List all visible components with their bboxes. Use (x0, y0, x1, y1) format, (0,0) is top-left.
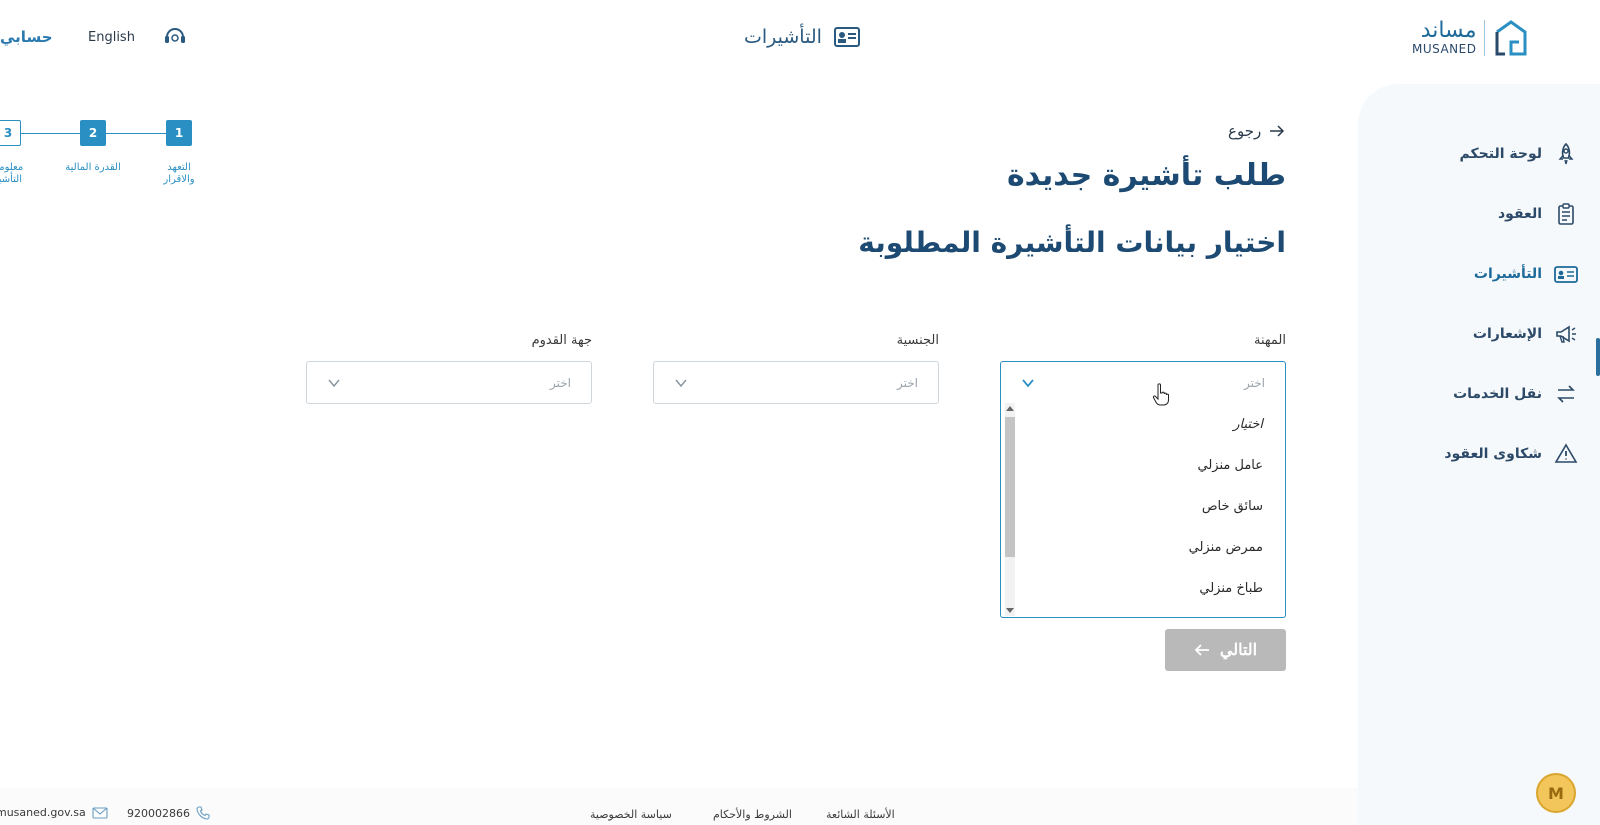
id-card-icon (833, 27, 860, 47)
next-button-label: التالي (1219, 642, 1258, 659)
hand-cursor-icon (1152, 383, 1169, 406)
step-1-label-line1: التعهد (167, 162, 191, 173)
account-link[interactable]: حسابي (0, 28, 53, 46)
sidebar-item-contracts[interactable]: العقود (1498, 202, 1578, 226)
sidebar-item-service-transfer[interactable]: نقل الخدمات (1453, 382, 1578, 406)
dropdown-option[interactable]: ممرض منزلي (1189, 540, 1263, 555)
dropdown-scrollbar[interactable] (1005, 403, 1015, 616)
page-title: طلب تأشيرة جديدة (1006, 158, 1286, 193)
id-card-icon (1554, 266, 1578, 283)
footer-link-privacy[interactable]: سياسة الخصوصية (590, 808, 672, 821)
profession-label: المهنة (1254, 333, 1286, 348)
footer-link-faq[interactable]: الأسئلة الشائعة (826, 808, 895, 821)
step-1-label: التعهد والاقرار (156, 162, 202, 186)
step-3-badge: 3 (0, 120, 21, 146)
step-2-label-line1: القدرة المالية (65, 162, 121, 173)
nationality-select-value: اختر (897, 375, 918, 390)
clipboard-icon (1558, 203, 1574, 225)
step-3-label-line1: معلومات (0, 162, 24, 173)
step-1-label-line2: والاقرار (163, 174, 195, 185)
sidebar-item-label: العقود (1498, 206, 1542, 222)
megaphone-icon (1556, 325, 1576, 343)
musaned-logo[interactable]: مساند MUSANED (1412, 18, 1529, 58)
sidebar-item-dashboard[interactable]: لوحة التحكم (1460, 142, 1578, 166)
sidebar: لوحة التحكم العقود التأشيرات الإشعارات ن… (1358, 84, 1600, 825)
footer-email-address: musaned.gov.sa (0, 806, 86, 819)
assistant-avatar[interactable]: M (1536, 773, 1576, 813)
chevron-up-icon (1022, 379, 1034, 388)
sidebar-item-label: التأشيرات (1473, 266, 1542, 282)
step-connector (106, 133, 166, 134)
step-2-label: القدرة المالية (58, 162, 128, 174)
back-label: رجوع (1228, 122, 1262, 140)
scroll-thumb[interactable] (1005, 417, 1015, 557)
next-button[interactable]: التالي (1165, 629, 1286, 671)
sidebar-item-visas[interactable]: التأشيرات (1474, 262, 1578, 286)
sidebar-item-contract-complaints[interactable]: شكاوى العقود (1444, 442, 1578, 466)
sidebar-item-label: شكاوى العقود (1444, 446, 1542, 462)
sidebar-item-label: الإشعارات (1472, 326, 1542, 342)
transfer-icon (1557, 385, 1575, 403)
arrow-right-icon (1270, 125, 1285, 137)
footer-phone-number: 920002866 (127, 806, 190, 820)
sidebar-item-label: لوحة التحكم (1459, 146, 1542, 162)
support-headset-icon[interactable] (163, 24, 187, 52)
logo-english: MUSANED (1412, 42, 1477, 56)
dropdown-option[interactable]: سائق خاص (1202, 499, 1263, 514)
header-title-text: التأشيرات (744, 26, 822, 48)
step-3-label: معلومات التأشيرة (0, 162, 28, 186)
footer-link-terms[interactable]: الشروط والأحكام (713, 808, 792, 821)
nationality-label: الجنسية (896, 333, 939, 348)
arrival-select[interactable]: اختر (306, 361, 592, 404)
dropdown-option[interactable]: عامل منزلي (1197, 458, 1263, 473)
progress-stepper: 1 2 3 التعهد والاقرار القدرة المالية معل… (0, 120, 200, 190)
house-logo-icon (1495, 20, 1527, 56)
footer-email[interactable]: musaned.gov.sa (0, 806, 108, 819)
warning-icon (1554, 443, 1578, 463)
logo-divider (1484, 20, 1486, 56)
phone-icon (196, 806, 210, 820)
back-link[interactable]: رجوع (1228, 122, 1285, 140)
sidebar-active-indicator (1596, 338, 1600, 376)
scroll-down-arrow[interactable] (1006, 608, 1014, 613)
arrow-left-icon (1194, 644, 1209, 656)
arrival-label: جهة القدوم (531, 333, 592, 348)
logo-arabic: مساند (1420, 18, 1477, 43)
nationality-select[interactable]: اختر (653, 361, 939, 404)
step-3-label-line2: التأشيرة (0, 174, 23, 185)
profession-dropdown-list[interactable]: اختيار عامل منزلي سائق خاص ممرض منزلي طب… (1000, 403, 1286, 618)
chevron-down-icon (675, 379, 687, 387)
section-title: اختيار بيانات التأشيرة المطلوبة (858, 226, 1286, 259)
scroll-up-arrow[interactable] (1006, 406, 1014, 411)
mail-icon (92, 806, 108, 819)
step-connector (20, 133, 80, 134)
rocket-icon (1558, 142, 1574, 165)
dropdown-option[interactable]: طباخ منزلي (1199, 581, 1263, 596)
profession-select-value: اختر (1244, 376, 1265, 390)
sidebar-item-notifications[interactable]: الإشعارات (1473, 322, 1578, 346)
language-switch-link[interactable]: English (88, 30, 135, 45)
sidebar-item-label: نقل الخدمات (1453, 386, 1542, 402)
footer-phone[interactable]: 920002866 (127, 806, 210, 820)
arrival-select-value: اختر (550, 375, 571, 390)
profession-select[interactable]: اختر (1000, 361, 1286, 404)
logo-text: مساند MUSANED (1412, 18, 1477, 57)
header-title: التأشيرات (744, 26, 860, 48)
step-2-badge: 2 (80, 120, 106, 146)
step-1-badge: 1 (166, 120, 192, 146)
dropdown-option[interactable]: اختيار (1233, 417, 1263, 432)
chevron-down-icon (328, 379, 340, 387)
